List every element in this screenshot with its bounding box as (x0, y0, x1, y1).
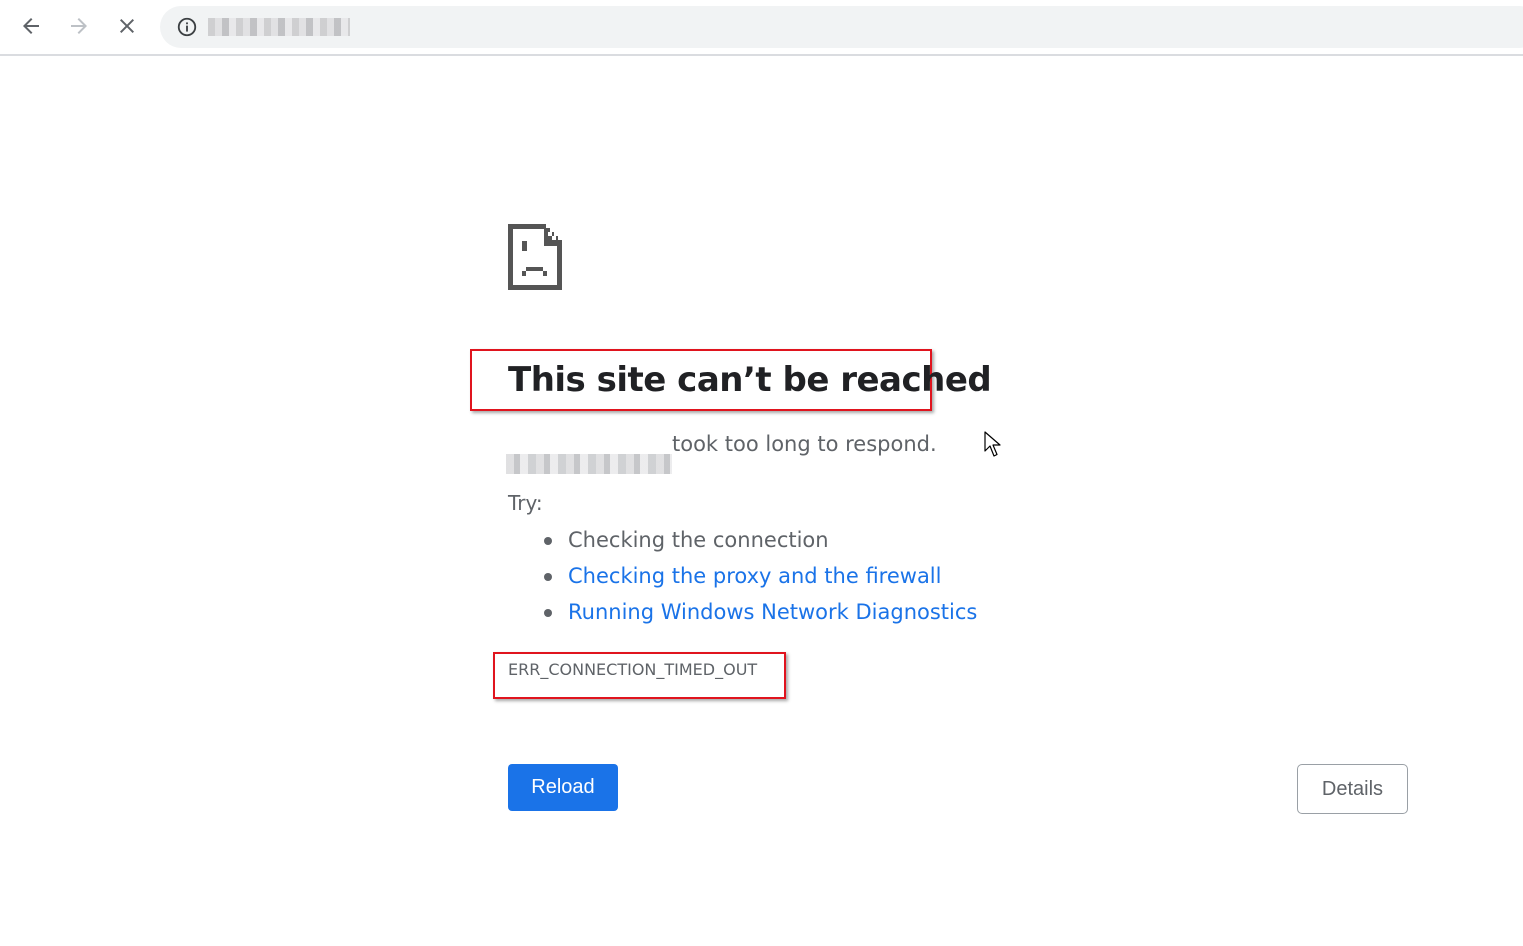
details-button[interactable]: Details (1297, 764, 1408, 814)
host-name: (blurred host) (506, 454, 672, 474)
arrow-left-icon (23, 18, 39, 34)
forward-button[interactable] (61, 8, 97, 44)
network-diagnostics-link[interactable]: Running Windows Network Diagnostics (568, 600, 977, 624)
bullet-icon (544, 609, 552, 617)
try-label: Try: (508, 491, 543, 515)
page-title: This site can’t be reached (508, 360, 992, 400)
suggestion-item: Checking the proxy and the firewall (544, 561, 977, 597)
address-bar[interactable]: (blurred address) (160, 6, 1523, 48)
error-code: ERR_CONNECTION_TIMED_OUT (508, 660, 758, 679)
info-icon[interactable] (176, 16, 198, 38)
bullet-icon (544, 537, 552, 545)
arrow-right-icon (71, 18, 87, 34)
stop-button[interactable] (109, 8, 145, 44)
bullet-icon (544, 573, 552, 581)
sad-page-icon (508, 224, 562, 290)
reload-button[interactable]: Reload (508, 764, 618, 811)
mouse-cursor-icon (984, 431, 1001, 457)
error-message-text: took too long to respond. (672, 432, 937, 456)
error-message: (blurred host)took too long to respond. (506, 432, 937, 474)
suggestion-check-connection: Checking the connection (568, 528, 829, 552)
proxy-firewall-link[interactable]: Checking the proxy and the firewall (568, 564, 941, 588)
suggestion-item: Checking the connection (544, 525, 977, 561)
url-text[interactable]: (blurred address) (208, 18, 350, 36)
browser-toolbar: (blurred address) (0, 0, 1523, 56)
back-button[interactable] (13, 8, 49, 44)
close-icon (120, 19, 134, 33)
suggestions-list: Checking the connection Checking the pro… (544, 525, 977, 633)
suggestion-item: Running Windows Network Diagnostics (544, 597, 977, 633)
